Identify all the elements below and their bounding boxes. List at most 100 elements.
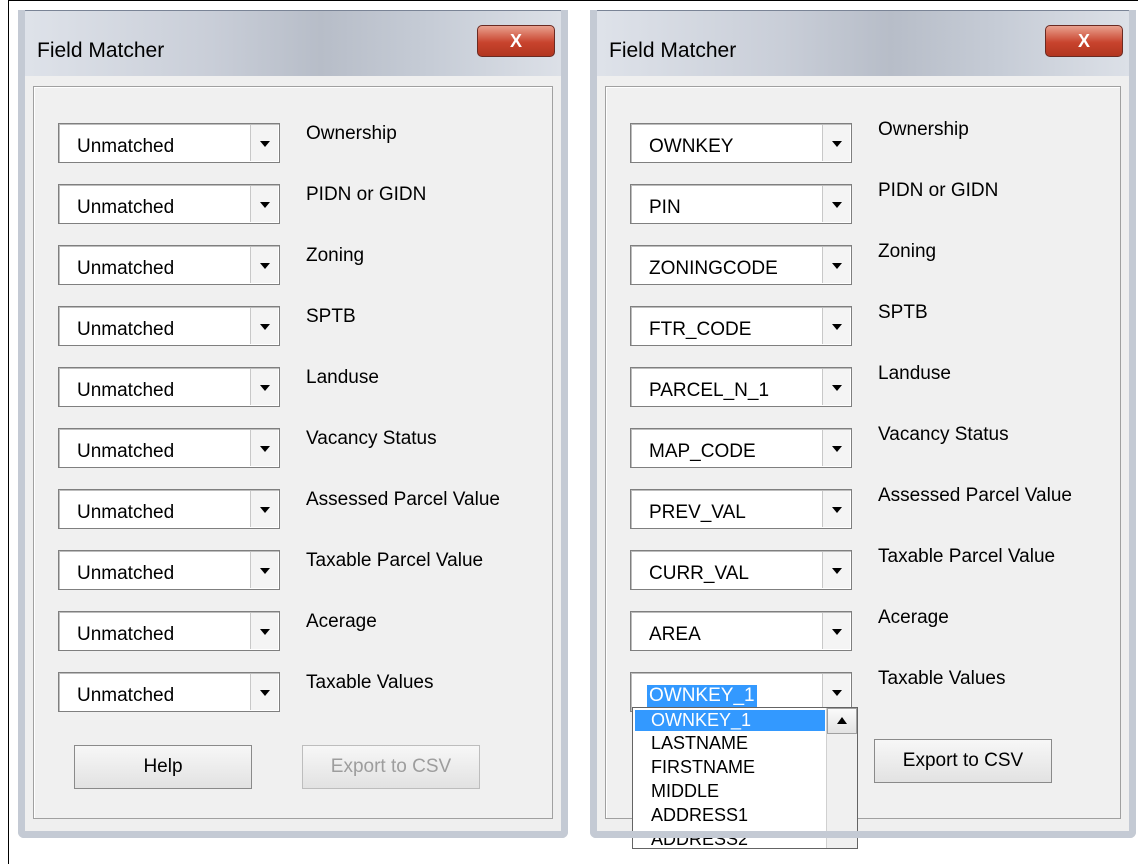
dialog-title: Field Matcher — [609, 39, 737, 62]
dropdown-option[interactable]: FIRSTNAME — [651, 757, 755, 778]
field-label: Taxable Parcel Value — [878, 546, 1056, 567]
dropdown-option[interactable]: MIDDLE — [651, 781, 719, 802]
title-bar: Field Matcher X — [590, 10, 1136, 76]
field-label: SPTB — [306, 306, 356, 327]
combo-value: CURR_VAL — [649, 563, 749, 584]
assessed-value-combo[interactable]: Unmatched — [58, 489, 280, 529]
chevron-down-icon[interactable] — [822, 552, 850, 588]
chevron-down-icon[interactable] — [250, 613, 278, 649]
field-label: Ownership — [878, 119, 969, 140]
combo-value: Unmatched — [77, 685, 175, 706]
dialog-body: Unmatched Ownership Unmatched PIDN or GI… — [25, 76, 561, 831]
field-label: Acerage — [306, 611, 377, 632]
field-label: Acerage — [878, 607, 949, 628]
close-button[interactable]: X — [477, 25, 555, 57]
combo-value: Unmatched — [77, 319, 175, 340]
combo-value: Unmatched — [77, 258, 175, 279]
field-label: Assessed Parcel Value — [878, 485, 1072, 506]
landuse-combo[interactable]: PARCEL_N_1 — [630, 367, 852, 407]
chevron-down-icon[interactable] — [822, 369, 850, 405]
zoning-combo[interactable]: ZONINGCODE — [630, 245, 852, 285]
field-label: Vacancy Status — [306, 428, 437, 449]
chevron-down-icon[interactable] — [250, 125, 278, 161]
vacancy-combo[interactable]: Unmatched — [58, 428, 280, 468]
field-label: Assessed Parcel Value — [306, 489, 500, 510]
combo-value: Unmatched — [77, 624, 175, 645]
chevron-down-icon[interactable] — [250, 186, 278, 222]
chevron-down-icon[interactable] — [250, 430, 278, 466]
field-label: PIDN or GIDN — [878, 180, 999, 201]
combo-dropdown-list[interactable]: OWNKEY_1 LASTNAME FIRSTNAME MIDDLE ADDRE… — [632, 707, 858, 849]
field-label: Vacancy Status — [878, 424, 1009, 445]
chevron-down-icon[interactable] — [250, 247, 278, 283]
combo-value: AREA — [649, 624, 701, 645]
dropdown-option[interactable]: LASTNAME — [651, 733, 748, 754]
taxable-parcel-value-combo[interactable]: Unmatched — [58, 550, 280, 590]
field-label: Zoning — [878, 241, 937, 262]
chevron-down-icon[interactable] — [822, 613, 850, 649]
scroll-up-icon[interactable] — [827, 708, 857, 734]
ownership-combo[interactable]: OWNKEY — [630, 123, 852, 163]
sptb-combo[interactable]: Unmatched — [58, 306, 280, 346]
chevron-down-icon[interactable] — [822, 491, 850, 527]
frame-top-edge — [8, 0, 1138, 1]
field-label: SPTB — [878, 302, 928, 323]
field-label: Taxable Values — [878, 668, 1006, 689]
landuse-combo[interactable]: Unmatched — [58, 367, 280, 407]
dropdown-option[interactable]: OWNKEY_1 — [635, 710, 825, 731]
combo-value: Unmatched — [77, 441, 175, 462]
dropdown-option[interactable]: ADDRESS1 — [651, 805, 748, 826]
vacancy-combo[interactable]: MAP_CODE — [630, 428, 852, 468]
acerage-combo[interactable]: AREA — [630, 611, 852, 651]
chevron-down-icon[interactable] — [250, 369, 278, 405]
zoning-combo[interactable]: Unmatched — [58, 245, 280, 285]
chevron-down-icon[interactable] — [822, 247, 850, 283]
pidn-combo[interactable]: Unmatched — [58, 184, 280, 224]
field-label: Taxable Parcel Value — [306, 550, 484, 571]
close-icon: X — [509, 30, 522, 51]
dialog-title: Field Matcher — [37, 39, 165, 62]
help-button[interactable]: Help — [74, 745, 252, 789]
acerage-combo[interactable]: Unmatched — [58, 611, 280, 651]
chevron-down-icon[interactable] — [250, 552, 278, 588]
field-label: Landuse — [306, 367, 379, 388]
field-matcher-dialog-right: Field Matcher X OWNKEY Ownership PIN PID… — [590, 10, 1136, 849]
combo-value: MAP_CODE — [649, 441, 756, 462]
sptb-combo[interactable]: FTR_CODE — [630, 306, 852, 346]
field-label: Ownership — [306, 123, 397, 144]
assessed-value-combo[interactable]: PREV_VAL — [630, 489, 852, 529]
chevron-down-icon[interactable] — [822, 674, 850, 710]
dropdown-scrollbar[interactable] — [826, 708, 857, 848]
chevron-down-icon[interactable] — [250, 491, 278, 527]
combo-value: FTR_CODE — [649, 319, 752, 340]
ownership-combo[interactable]: Unmatched — [58, 123, 280, 163]
chevron-down-icon[interactable] — [822, 186, 850, 222]
taxable-values-combo[interactable]: Unmatched — [58, 672, 280, 712]
field-panel: OWNKEY Ownership PIN PIDN or GIDN ZONING… — [605, 86, 1121, 849]
title-bar: Field Matcher X — [18, 10, 568, 76]
chevron-down-icon[interactable] — [250, 674, 278, 710]
field-label: Taxable Values — [306, 672, 434, 693]
field-label: PIDN or GIDN — [306, 184, 427, 205]
frame-left-edge — [8, 0, 9, 864]
close-icon: X — [1077, 30, 1090, 51]
taxable-values-combo[interactable]: OWNKEY_1 — [630, 672, 852, 712]
chevron-down-icon[interactable] — [822, 430, 850, 466]
chevron-down-icon[interactable] — [822, 125, 850, 161]
combo-value: Unmatched — [77, 136, 175, 157]
combo-value: ZONINGCODE — [649, 258, 778, 279]
chevron-down-icon[interactable] — [822, 308, 850, 344]
export-csv-button[interactable]: Export to CSV — [302, 745, 480, 789]
combo-value: PIN — [649, 197, 681, 218]
field-label: Landuse — [878, 363, 951, 384]
pidn-combo[interactable]: PIN — [630, 184, 852, 224]
combo-value: Unmatched — [77, 197, 175, 218]
export-csv-button[interactable]: Export to CSV — [874, 739, 1052, 783]
close-button[interactable]: X — [1045, 25, 1123, 57]
field-label: Zoning — [306, 245, 365, 266]
chevron-down-icon[interactable] — [250, 308, 278, 344]
dropdown-option[interactable]: ADDRESS2 — [651, 829, 748, 848]
combo-value: Unmatched — [77, 380, 175, 401]
taxable-parcel-value-combo[interactable]: CURR_VAL — [630, 550, 852, 590]
combo-value: PREV_VAL — [649, 502, 746, 523]
